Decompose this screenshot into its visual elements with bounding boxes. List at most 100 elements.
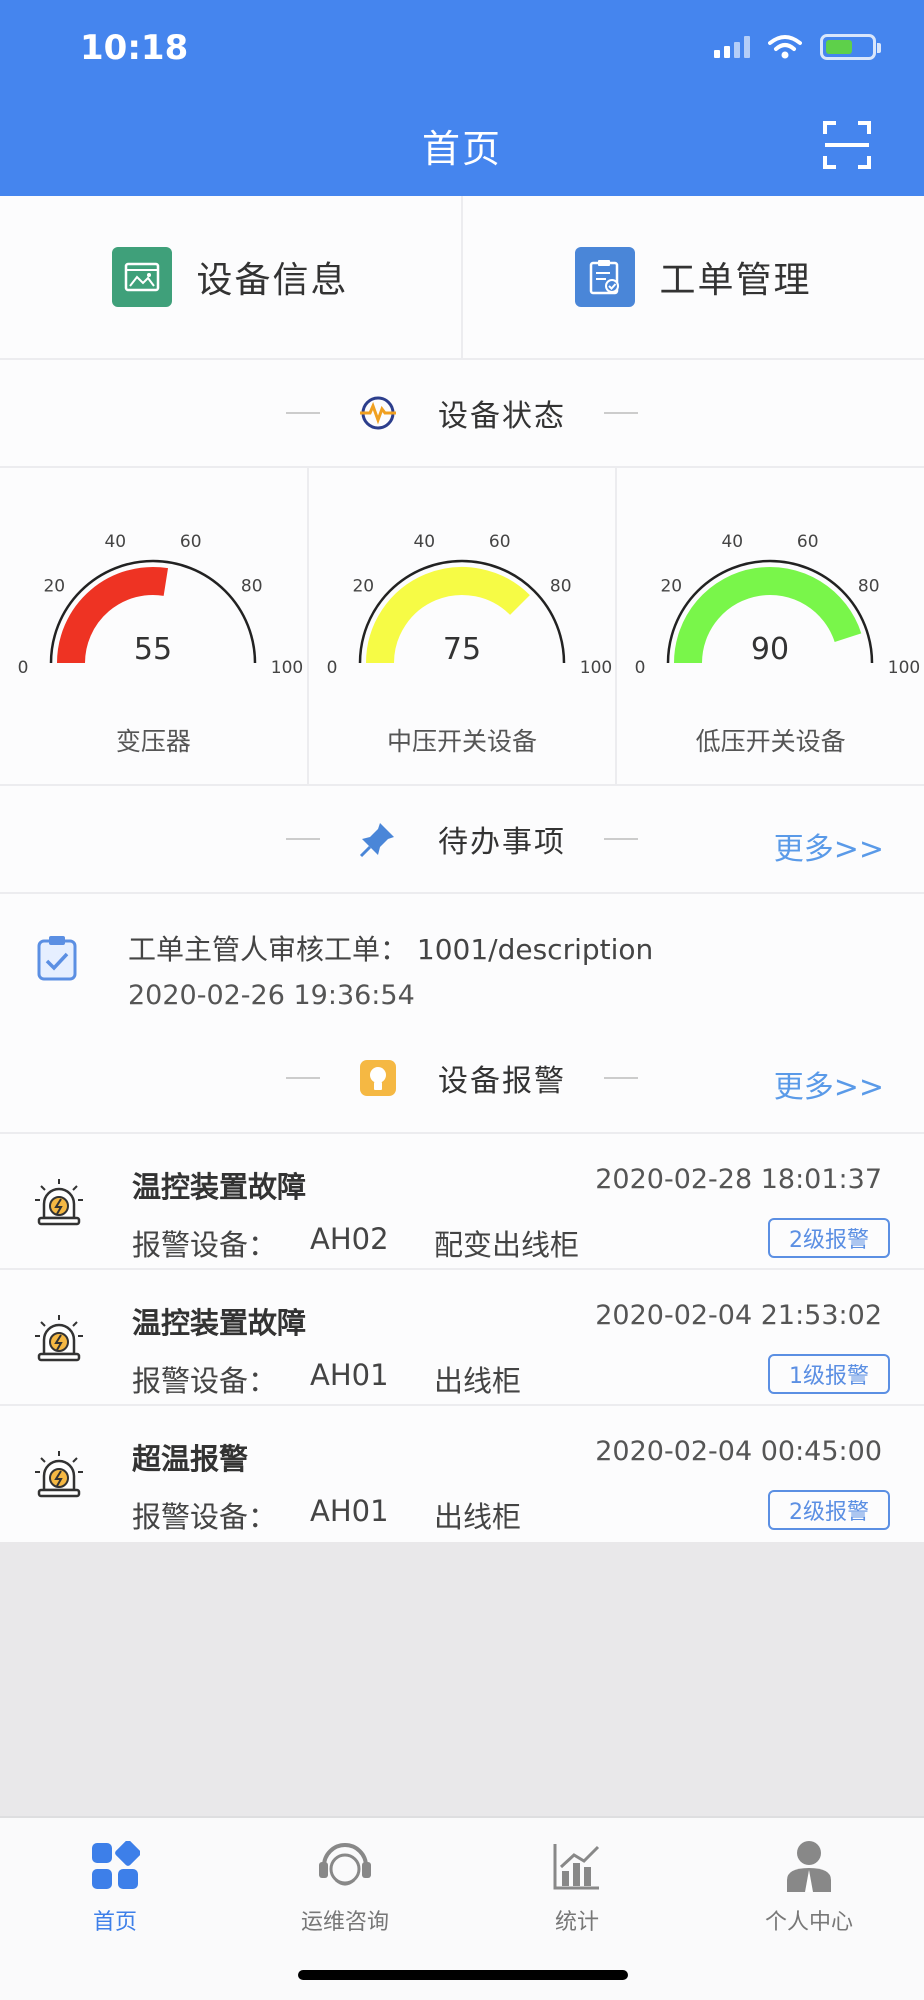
gauge-tick-label: 80 — [241, 576, 263, 596]
section-title: 待办事项 — [438, 825, 566, 860]
bulb-icon — [358, 1058, 398, 1098]
gauge-tick-label: 20 — [43, 576, 65, 596]
gauge-tick-label: 0 — [326, 658, 337, 678]
todo-more-link[interactable]: 更多>> — [774, 824, 884, 868]
tab-consult[interactable]: 运维咨询 — [270, 1838, 420, 1936]
work-order-label: 工单管理 — [659, 260, 812, 301]
quick-actions: 设备信息 工单管理 — [0, 196, 924, 360]
gauge-tick-label: 0 — [635, 658, 646, 678]
gauge-tick-label: 40 — [104, 532, 126, 552]
alarm-level-badge: 1级报警 — [768, 1354, 890, 1394]
alarm-row[interactable]: 超温报警 2020-02-04 00:45:00 报警设备： AH01 出线柜 … — [0, 1406, 924, 1542]
alarm-time: 2020-02-28 18:01:37 — [595, 1164, 882, 1195]
alarm-level-badge: 2级报警 — [768, 1218, 890, 1258]
gauge-tick-label: 40 — [413, 532, 435, 552]
tab-home[interactable]: 首页 — [40, 1838, 190, 1936]
gauge-row: 0 20 40 60 80 100 55 变压器 0 20 40 60 80 100 75 中压开关设备… — [0, 468, 924, 786]
gauge-tick-label: 80 — [550, 576, 572, 596]
alarm-siren-icon — [35, 1451, 83, 1498]
section-title: 设备报警 — [438, 1064, 566, 1099]
headset-icon — [270, 1838, 420, 1894]
wifi-icon — [768, 35, 802, 59]
gauge-tick-label: 80 — [858, 576, 880, 596]
device-status-header: 设备状态 — [0, 360, 924, 468]
status-wave-icon — [358, 393, 398, 433]
gauge-tick-label: 0 — [18, 658, 29, 678]
device-info-label: 设备信息 — [196, 260, 349, 301]
todo-time: 2020-02-26 19:36:54 — [128, 980, 415, 1011]
battery-icon — [820, 34, 881, 60]
tab-stats[interactable]: 统计 — [502, 1838, 652, 1936]
alarm-device: 报警设备： AH01 出线柜 — [132, 1358, 521, 1400]
tab-label: 首页 — [92, 1910, 137, 1935]
section-title: 设备状态 — [438, 399, 566, 434]
alarm-more-link[interactable]: 更多>> — [774, 1062, 884, 1106]
gauge-value: 75 — [443, 632, 481, 667]
alarm-time: 2020-02-04 21:53:02 — [595, 1300, 882, 1331]
gauge-svg: 0 20 40 60 80 100 55 — [18, 532, 304, 678]
clipboard-icon — [575, 247, 636, 307]
tab-label: 个人中心 — [764, 1910, 853, 1935]
gauge-tick-label: 60 — [489, 532, 511, 552]
alarm-device-label: 报警设备： — [132, 1228, 278, 1262]
alarm-title: 温控装置故障 — [132, 1170, 307, 1204]
status-icons — [714, 34, 881, 60]
alarm-title: 超温报警 — [132, 1442, 249, 1476]
alarm-device: 报警设备： AH01 出线柜 — [132, 1494, 521, 1536]
gauge-label: 变压器 — [115, 727, 191, 756]
alarm-row[interactable]: 温控装置故障 2020-02-04 21:53:02 报警设备： AH01 出线… — [0, 1270, 924, 1406]
tab-profile[interactable]: 个人中心 — [734, 1838, 884, 1936]
page-title: 首页 — [421, 127, 502, 171]
device-info-icon — [112, 247, 173, 307]
gauge-svg: 0 20 40 60 80 100 75 — [326, 532, 612, 678]
alarm-device-code: AH01 — [310, 1358, 389, 1392]
gauge-tick-label: 20 — [352, 576, 374, 596]
alarm-device: 报警设备： AH02 配变出线柜 — [132, 1222, 579, 1264]
home-grid-icon — [40, 1838, 190, 1894]
divider-left — [286, 1077, 320, 1079]
device-info-button[interactable]: 设备信息 — [0, 196, 461, 358]
divider-left — [286, 412, 320, 414]
gauge-svg: 0 20 40 60 80 100 90 — [635, 532, 921, 678]
gauge-tick-label: 40 — [722, 532, 744, 552]
scan-icon[interactable] — [822, 120, 872, 170]
gauge-tick-label: 100 — [271, 658, 303, 678]
tab-label: 运维咨询 — [300, 1910, 389, 1935]
gauge-tick-label: 60 — [797, 532, 819, 552]
alarm-list: 温控装置故障 2020-02-28 18:01:37 报警设备： AH02 配变… — [0, 1132, 924, 1542]
gauge-tick-label: 60 — [180, 532, 202, 552]
gauge-value: 55 — [134, 632, 172, 667]
app-header: 10:18 首页 — [0, 0, 924, 196]
gauge-label: 低压开关设备 — [695, 727, 846, 756]
gauge-value: 90 — [751, 632, 789, 667]
divider-left — [286, 838, 320, 840]
alarm-device-code: AH02 — [310, 1222, 389, 1256]
todo-item[interactable]: 工单主管人审核工单： 1001/description 2020-02-26 1… — [0, 894, 924, 1024]
alarm-siren-icon — [35, 1179, 83, 1226]
clipboard-check-icon — [37, 936, 77, 981]
alarm-title: 温控装置故障 — [132, 1306, 307, 1340]
alarm-level-badge: 2级报警 — [768, 1490, 890, 1530]
alarm-cabinet: 出线柜 — [434, 1500, 522, 1534]
status-time: 10:18 — [80, 28, 189, 68]
alarm-row[interactable]: 温控装置故障 2020-02-28 18:01:37 报警设备： AH02 配变… — [0, 1134, 924, 1270]
work-order-button[interactable]: 工单管理 — [461, 196, 924, 358]
home-indicator — [298, 1970, 628, 1980]
main-content: 设备信息 工单管理 设备状态 0 20 40 60 80 100 55 变压器 … — [0, 196, 924, 1542]
gauge-label: 中压开关设备 — [387, 727, 538, 756]
alarm-time: 2020-02-04 00:45:00 — [595, 1436, 882, 1467]
tab-label: 统计 — [554, 1910, 599, 1935]
gauge-tick-label: 20 — [661, 576, 683, 596]
todo-title: 工单主管人审核工单： 1001/description — [128, 933, 654, 966]
divider-right — [604, 1077, 638, 1079]
gauge-medium-voltage: 0 20 40 60 80 100 75 中压开关设备 — [306, 468, 616, 784]
alarm-device-label: 报警设备： — [132, 1500, 278, 1534]
gauge-low-voltage: 0 20 40 60 80 100 90 低压开关设备 — [615, 468, 924, 784]
gauge-tick-label: 100 — [888, 658, 920, 678]
alarm-device-label: 报警设备： — [132, 1364, 278, 1398]
person-icon — [734, 1838, 884, 1894]
divider-right — [604, 838, 638, 840]
alarm-siren-icon — [35, 1315, 83, 1362]
gauge-tick-label: 100 — [579, 658, 611, 678]
bar-chart-icon — [502, 1838, 652, 1894]
